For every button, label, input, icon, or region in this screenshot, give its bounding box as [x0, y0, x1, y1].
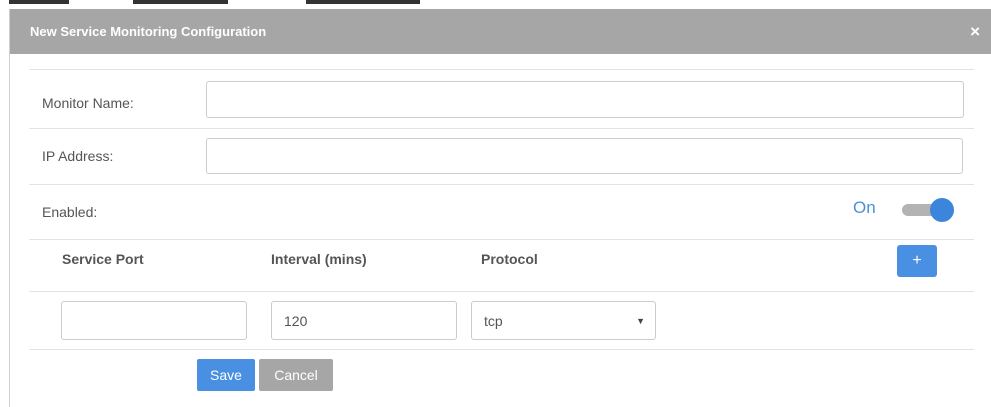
divider: [29, 128, 974, 129]
column-header-protocol: Protocol: [481, 251, 538, 267]
ip-address-label: IP Address:: [42, 148, 114, 164]
column-header-service-port: Service Port: [62, 251, 144, 267]
monitor-name-input[interactable]: [206, 81, 964, 118]
interval-input[interactable]: [271, 301, 457, 340]
divider: [29, 349, 974, 350]
monitor-name-label: Monitor Name:: [42, 95, 134, 111]
save-button[interactable]: Save: [197, 359, 255, 391]
column-header-interval: Interval (mins): [271, 251, 367, 267]
service-port-input[interactable]: [61, 301, 247, 340]
divider: [29, 239, 974, 240]
plus-icon: +: [912, 252, 922, 269]
modal-title: New Service Monitoring Configuration: [30, 24, 267, 39]
enabled-label: Enabled:: [42, 204, 98, 220]
divider: [29, 69, 974, 70]
background-strip: [0, 0, 991, 9]
protocol-select[interactable]: tcp ▼: [471, 301, 656, 340]
close-icon[interactable]: ×: [970, 23, 980, 40]
background-fragment: [9, 0, 69, 4]
cancel-button[interactable]: Cancel: [259, 359, 333, 391]
enabled-toggle[interactable]: [902, 198, 954, 222]
protocol-selected-value: tcp: [484, 312, 503, 329]
ip-address-input[interactable]: [206, 138, 963, 174]
add-service-button[interactable]: +: [897, 245, 937, 277]
chevron-down-icon: ▼: [636, 315, 645, 326]
modal-header: New Service Monitoring Configuration ×: [10, 9, 991, 54]
divider: [29, 291, 974, 292]
divider: [29, 184, 974, 185]
enabled-state-text: On: [853, 198, 876, 217]
background-fragment: [133, 0, 228, 4]
toggle-knob: [930, 198, 954, 222]
background-fragment: [306, 0, 420, 4]
